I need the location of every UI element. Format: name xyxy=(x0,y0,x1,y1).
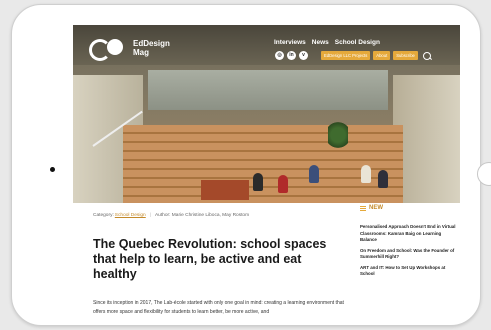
hero-person xyxy=(378,170,388,188)
hero-bench xyxy=(201,180,249,200)
vimeo-icon[interactable]: v xyxy=(299,51,308,60)
hero-wall-right xyxy=(393,75,460,203)
tablet-frame: EdDesign Mag Interviews News School Desi… xyxy=(11,4,491,326)
header-buttons: EdDesign LLC Projects About Subscribe xyxy=(321,51,431,60)
search-icon[interactable] xyxy=(422,51,431,60)
sidebar-post-link[interactable]: Personalised Approach Doesn't End in Vir… xyxy=(360,224,456,244)
sidebar-heading: NEW xyxy=(360,205,383,211)
article-meta: Category: School Design | Author: Marie … xyxy=(93,213,249,218)
hero-plant xyxy=(328,120,348,150)
main-nav: Interviews News School Design xyxy=(274,39,380,46)
sidebar-post-list: Personalised Approach Doesn't End in Vir… xyxy=(360,224,456,282)
home-button[interactable] xyxy=(477,162,491,186)
hero-steps xyxy=(123,125,403,203)
logo-mark-icon xyxy=(89,37,129,61)
nav-item-interviews[interactable]: Interviews xyxy=(274,39,306,46)
article-lead: Since its inception in 2017, The Lab-éco… xyxy=(93,300,344,315)
camera-dot xyxy=(50,167,55,172)
category-label: Category: xyxy=(93,213,114,218)
site-name: EdDesign Mag xyxy=(133,39,170,57)
category-link[interactable]: School Design xyxy=(115,213,146,218)
social-links: ◎ in v xyxy=(275,51,308,60)
linkedin-icon[interactable]: in xyxy=(287,51,296,60)
hero-person xyxy=(309,165,319,183)
nav-item-school-design[interactable]: School Design xyxy=(335,39,380,46)
sidebar-post-link[interactable]: ART and IT: How to Set Up Workshops at S… xyxy=(360,265,456,278)
browser-screen: EdDesign Mag Interviews News School Desi… xyxy=(73,25,460,317)
sidebar-new: NEW Personalised Approach Doesn't End in… xyxy=(356,203,460,317)
hero-image: EdDesign Mag Interviews News School Desi… xyxy=(73,25,460,203)
hero-person xyxy=(361,165,371,183)
hero-window xyxy=(148,70,388,110)
site-logo[interactable]: EdDesign Mag xyxy=(89,37,170,61)
nav-item-news[interactable]: News xyxy=(312,39,329,46)
instagram-icon[interactable]: ◎ xyxy=(275,51,284,60)
sidebar-post-link[interactable]: On Freedom and School: Was the Founder o… xyxy=(360,248,456,261)
eddesign-projects-button[interactable]: EdDesign LLC Projects xyxy=(321,51,371,60)
article: Category: School Design | Author: Marie … xyxy=(87,203,351,317)
subscribe-button[interactable]: Subscribe xyxy=(393,51,418,60)
article-title: The Quebec Revolution: school spaces tha… xyxy=(93,237,327,281)
sidebar-heading-label: NEW xyxy=(369,205,383,211)
list-icon xyxy=(360,205,366,211)
article-author: Author: Marie Christine Liboca, May Rost… xyxy=(154,213,250,218)
hero-person xyxy=(278,175,288,193)
hero-person xyxy=(253,173,263,191)
about-button[interactable]: About xyxy=(373,51,391,60)
meta-separator: | xyxy=(149,213,151,218)
